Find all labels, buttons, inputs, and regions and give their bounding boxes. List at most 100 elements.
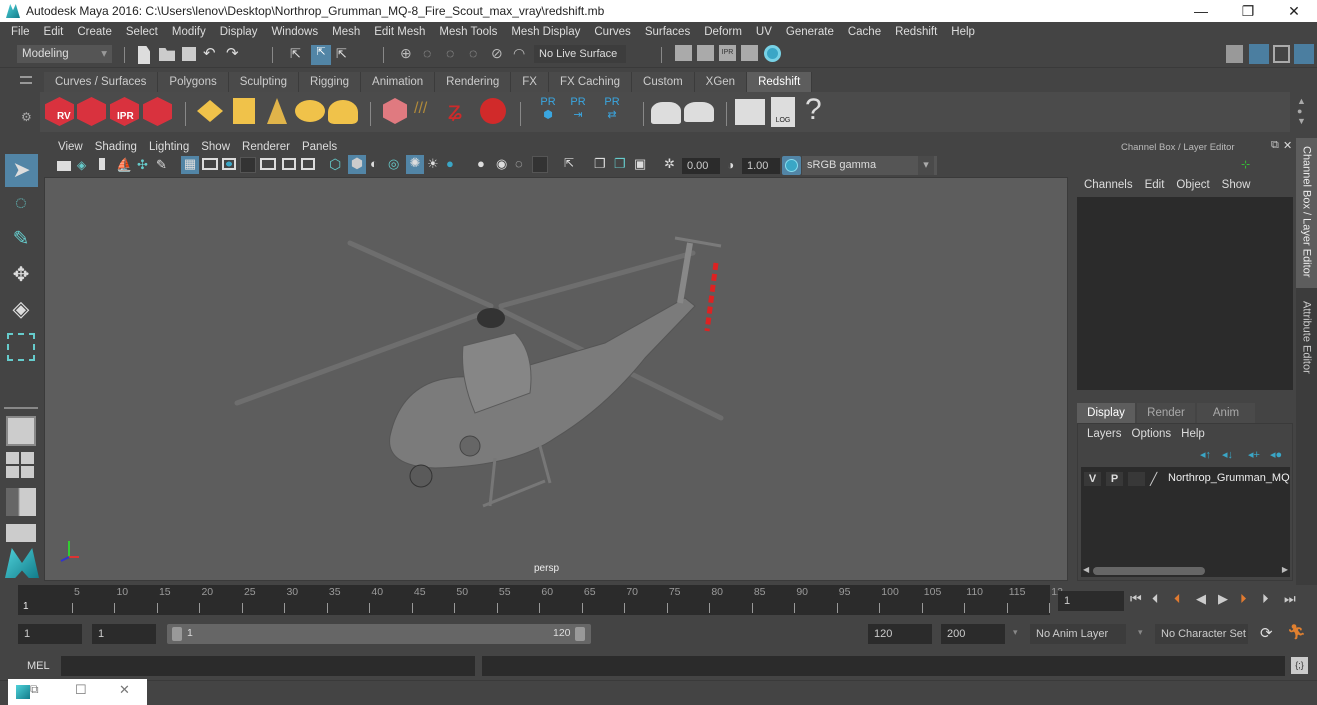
ipr-render-icon[interactable]: IPR (719, 45, 736, 61)
start-time-field[interactable]: 1 (18, 624, 82, 644)
step-forward-key-icon[interactable]: ⏵ (1240, 591, 1258, 611)
redshift-help-icon[interactable]: ? (805, 94, 823, 126)
script-editor-icon[interactable]: {;} (1291, 657, 1308, 674)
range-start-handle[interactable] (172, 627, 182, 641)
shelf-tab-xgen[interactable]: XGen (694, 72, 748, 92)
exposure-icon[interactable]: ✲ (664, 156, 682, 174)
scroll-right-icon[interactable]: ▶ (1282, 565, 1288, 574)
auto-key-icon[interactable]: ⟳ (1260, 624, 1273, 642)
xray-active-components-icon[interactable]: ❐ (594, 156, 612, 174)
panel-menu-show[interactable]: Show (195, 141, 236, 153)
hypershade-icon[interactable] (764, 45, 781, 62)
render-view-icon[interactable] (675, 45, 692, 61)
shadows-icon[interactable]: ☀ (427, 156, 445, 174)
live-surface-field[interactable]: No Live Surface (534, 45, 626, 63)
panel-menu-panels[interactable]: Panels (296, 141, 343, 153)
move-layer-down-icon[interactable]: ◂↓ (1222, 448, 1233, 461)
redshift-log-icon[interactable]: LOG (771, 97, 795, 127)
panel-menu-renderer[interactable]: Renderer (236, 141, 296, 153)
wireframe-icon[interactable]: ⬡ (329, 156, 347, 174)
viewport-persp[interactable]: persp (44, 177, 1068, 581)
outliner-layout-icon[interactable] (6, 524, 36, 542)
menu-file[interactable]: File (4, 26, 37, 38)
scrollbar-thumb[interactable] (1093, 567, 1205, 575)
redshift-settings-icon[interactable] (143, 97, 172, 126)
play-backwards-icon[interactable]: ◀ (1196, 591, 1214, 611)
color-management-toggle[interactable] (782, 156, 801, 175)
end-time-field[interactable]: 200 (941, 624, 1005, 644)
paint-select-tool-icon[interactable]: ✎ (7, 226, 35, 254)
depth-of-field-icon[interactable]: ◌ (515, 156, 533, 174)
attribute-editor-toggle-icon[interactable] (1294, 44, 1314, 64)
redshift-ipr-icon[interactable]: IPR (110, 97, 139, 126)
time-slider[interactable]: 5 10 15 20 25 30 35 40 45 50 55 60 65 70 75 80 85 90 95 100… (18, 585, 1063, 615)
close-icon[interactable]: ✕ (119, 682, 130, 698)
channel-box-menu-channels[interactable]: Channels (1078, 179, 1139, 191)
close-panel-icon[interactable]: ✕ (1283, 139, 1292, 152)
range-slider[interactable]: 1 120 (167, 624, 591, 644)
shelf-tab-fx-caching[interactable]: FX Caching (548, 72, 633, 92)
panel-menu-shading[interactable]: Shading (89, 141, 143, 153)
menu-edit-mesh[interactable]: Edit Mesh (367, 26, 432, 38)
menu-modify[interactable]: Modify (165, 26, 213, 38)
menu-generate[interactable]: Generate (779, 26, 841, 38)
menu-surfaces[interactable]: Surfaces (638, 26, 697, 38)
play-forwards-icon[interactable]: ▶ (1218, 591, 1236, 611)
exposure-field[interactable]: 0.00 (682, 158, 720, 174)
layer-menu-options[interactable]: Options (1127, 428, 1177, 440)
side-tab-channel-box[interactable]: Channel Box / Layer Editor (1296, 138, 1317, 288)
lasso-tool-icon[interactable]: ◌ (7, 192, 35, 220)
open-scene-icon[interactable] (159, 48, 175, 61)
textured-icon[interactable]: ◎ (388, 156, 406, 174)
restore-button[interactable]: ❐ (1225, 0, 1271, 22)
backface-culling-icon[interactable]: ▣ (634, 156, 652, 174)
range-end-handle[interactable] (575, 627, 585, 641)
motion-blur-icon[interactable]: ● (477, 156, 495, 174)
menu-windows[interactable]: Windows (264, 26, 325, 38)
make-live-icon[interactable]: ◠ (513, 45, 531, 63)
shelf-tab-sculpting[interactable]: Sculpting (228, 72, 300, 92)
multisample-aa-icon[interactable]: ◉ (496, 156, 514, 174)
current-frame-field[interactable]: 1 (1058, 591, 1124, 611)
go-to-start-icon[interactable]: ⏮ (1130, 591, 1148, 611)
2d-pan-zoom-icon[interactable]: ✣ (137, 157, 155, 175)
step-back-frame-icon[interactable]: ⏴ (1152, 591, 1170, 611)
panel-menu-lighting[interactable]: Lighting (143, 141, 195, 153)
menu-create[interactable]: Create (70, 26, 119, 38)
shelf-settings-icon[interactable]: ⚙ (21, 110, 32, 124)
resolution-gate-icon[interactable] (222, 158, 236, 170)
rotate-tool-icon[interactable]: ◈ (7, 296, 35, 324)
two-pane-layout-icon[interactable] (6, 488, 36, 516)
anim-layer-field[interactable]: No Anim Layer (1030, 624, 1126, 644)
shelf-tab-curves-surfaces[interactable]: Curves / Surfaces (44, 72, 159, 92)
redshift-area-light-icon[interactable] (197, 100, 223, 122)
channel-box-menu-show[interactable]: Show (1216, 179, 1257, 191)
select-component-icon[interactable]: ⇱ (336, 46, 354, 64)
camera-icon[interactable] (57, 161, 71, 171)
menu-edit[interactable]: Edit (37, 26, 71, 38)
menu-help[interactable]: Help (944, 26, 982, 38)
layer-name[interactable]: Northrop_Grumman_MQ (1168, 472, 1290, 484)
new-scene-icon[interactable] (138, 46, 150, 64)
save-scene-icon[interactable] (182, 47, 196, 61)
shelf-menu-icon[interactable] (20, 76, 32, 84)
go-to-end-icon[interactable]: ⏭ (1284, 591, 1302, 611)
menu-curves[interactable]: Curves (587, 26, 637, 38)
color-space-dropdown[interactable]: sRGB gamma ▾ (802, 156, 937, 175)
close-button[interactable]: ✕ (1271, 0, 1317, 22)
gate-mask-icon[interactable] (240, 157, 256, 173)
shelf-tab-animation[interactable]: Animation (361, 72, 436, 92)
menu-redshift[interactable]: Redshift (888, 26, 944, 38)
manipulator-icon[interactable]: ⊹ (1241, 158, 1250, 171)
minimize-button[interactable]: — (1178, 0, 1224, 22)
select-tool-icon[interactable]: ➤ (5, 154, 38, 187)
wireframe-on-shaded-icon[interactable]: ◐ (370, 156, 388, 174)
playback-end-field[interactable]: 120 (868, 624, 932, 644)
shelf-tab-polygons[interactable]: Polygons (158, 72, 229, 92)
modeling-toolkit-icon[interactable] (1226, 45, 1243, 63)
render-current-frame-icon[interactable] (697, 45, 714, 61)
shelf-scroll-icon[interactable]: ▲ ● ▼ (1297, 96, 1306, 126)
layer-visibility-toggle[interactable]: V (1084, 472, 1101, 486)
redshift-physical-light-icon[interactable] (233, 98, 255, 124)
grease-pencil-icon[interactable]: ✎ (156, 157, 174, 175)
